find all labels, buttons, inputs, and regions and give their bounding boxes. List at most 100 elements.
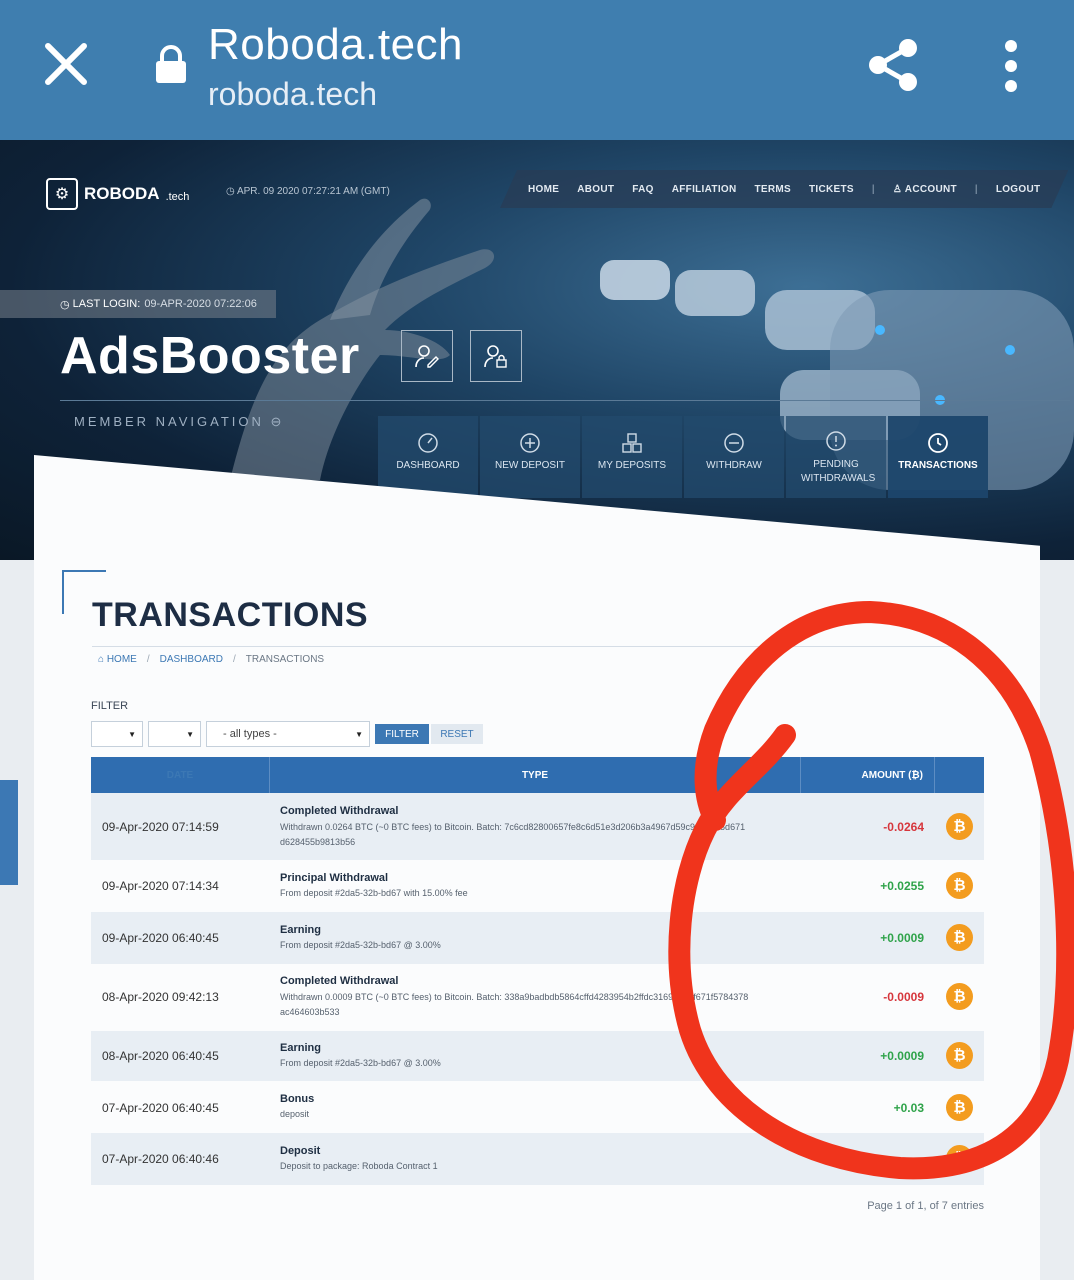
tile-new-deposit[interactable]: NEW DEPOSIT (480, 416, 580, 498)
security-settings-button[interactable] (470, 330, 522, 382)
row-type-title: Earning (280, 1042, 321, 1054)
nav-about[interactable]: ABOUT (577, 184, 614, 195)
browser-toolbar: Roboda.tech roboda.tech (0, 0, 1074, 140)
plus-circle-icon (520, 433, 540, 453)
type-select-value: - all types - (223, 728, 277, 740)
table-row: 09-Apr-2020 07:14:34 Principal Withdrawa… (91, 860, 984, 912)
member-navigation-label: MEMBER NAVIGATION (74, 414, 264, 429)
top-navigation: HOME ABOUT FAQ AFFILIATION TERMS TICKETS… (500, 170, 1069, 208)
history-icon (928, 433, 948, 453)
row-description: Withdrawn 0.0264 BTC (~0 BTC fees) to Bi… (280, 822, 746, 847)
tile-label: DASHBOARD (396, 460, 460, 471)
dropdown-arrow-icon: ▼ (128, 729, 136, 739)
page-title: TRANSACTIONS (92, 596, 369, 634)
row-amount: +0.03 (893, 1101, 924, 1115)
server-clock: ◷ APR. 09 2020 07:27:21 AM (GMT) (226, 186, 390, 197)
table-row: 07-Apr-2020 06:40:46 Deposit Deposit to … (91, 1133, 984, 1185)
bitcoin-icon: ₿ (946, 924, 973, 951)
row-date: 09-Apr-2020 06:40:45 (102, 931, 219, 945)
edit-profile-button[interactable] (401, 330, 453, 382)
dropdown-arrow-icon: ▼ (186, 729, 194, 739)
nav-logout[interactable]: LOGOUT (996, 184, 1041, 195)
table-row: 09-Apr-2020 07:14:59 Completed Withdrawa… (91, 793, 984, 860)
month-select[interactable]: ▼ (91, 721, 143, 747)
nav-tickets[interactable]: TICKETS (809, 184, 854, 195)
filter-label: FILTER (91, 700, 129, 712)
site-logo[interactable]: ⚙ ROBODA .tech (46, 178, 189, 210)
lock-icon (156, 45, 186, 83)
column-header-date[interactable]: DATE (91, 757, 269, 793)
table-row: 09-Apr-2020 06:40:45 Earning From deposi… (91, 912, 984, 964)
row-date: 08-Apr-2020 09:42:13 (102, 990, 219, 1004)
breadcrumb: ⌂ HOME / DASHBOARD / TRANSACTIONS (98, 654, 324, 665)
row-date: 08-Apr-2020 06:40:45 (102, 1049, 219, 1063)
row-type-title: Principal Withdrawal (280, 872, 389, 884)
chevron-circle-icon: ⊖ (270, 414, 285, 429)
bitcoin-icon: ₿ (946, 1042, 973, 1069)
browser-url[interactable]: roboda.tech (208, 76, 377, 113)
year-select[interactable]: ▼ (148, 721, 201, 747)
screenshot: Roboda.tech roboda.tech ⚙ ROBODA .tech ◷… (0, 0, 1074, 1280)
row-amount: +0.0009 (880, 931, 924, 945)
row-type-title: Deposit (280, 1145, 321, 1157)
row-type-title: Bonus (280, 1093, 315, 1105)
robot-hand-image (600, 260, 1074, 490)
bitcoin-icon: ₿ (946, 1094, 973, 1121)
row-description: deposit (280, 1109, 310, 1119)
breadcrumb-home-label: HOME (106, 654, 137, 665)
alert-circle-icon (826, 431, 846, 451)
nav-faq[interactable]: FAQ (632, 184, 653, 195)
browser-page-title: Roboda.tech (208, 20, 464, 69)
divider (60, 400, 1070, 401)
history-small-icon: ◷ (60, 298, 73, 311)
type-select[interactable]: - all types - ▼ (206, 721, 370, 747)
nav-affiliation[interactable]: AFFILIATION (672, 184, 737, 195)
gauge-icon (418, 433, 438, 453)
tile-transactions[interactable]: TRANSACTIONS (888, 416, 988, 498)
row-date: 09-Apr-2020 07:14:59 (102, 820, 219, 834)
column-header-amount[interactable]: AMOUNT (₿) (801, 757, 934, 793)
share-icon[interactable] (864, 36, 922, 94)
breadcrumb-home[interactable]: ⌂ HOME (98, 654, 137, 665)
close-icon[interactable] (40, 38, 92, 90)
row-date: 07-Apr-2020 06:40:46 (102, 1152, 219, 1166)
nav-terms[interactable]: TERMS (755, 184, 792, 195)
tile-withdraw[interactable]: WITHDRAW (684, 416, 784, 498)
nav-divider: | (974, 183, 978, 195)
row-type-title: Earning (280, 924, 321, 936)
reset-button[interactable]: RESET (431, 724, 483, 744)
divider (92, 646, 982, 647)
user-lock-icon (484, 345, 507, 368)
robot-logo-icon: ⚙ (46, 178, 78, 210)
dropdown-arrow-icon: ▼ (355, 729, 363, 739)
minus-circle-icon (724, 433, 744, 453)
member-navigation-toggle[interactable]: MEMBER NAVIGATION ⊖ (74, 414, 284, 430)
row-date: 09-Apr-2020 07:14:34 (102, 879, 219, 893)
breadcrumb-dashboard[interactable]: DASHBOARD (160, 654, 223, 665)
breadcrumb-separator: / (232, 654, 236, 665)
row-description: From deposit #2da5-32b-bd67 @ 3.00% (280, 940, 441, 950)
table-header: DATE TYPE AMOUNT (₿) (91, 757, 984, 793)
tile-label: MY DEPOSITS (597, 460, 667, 471)
row-amount: -0.0009 (883, 990, 924, 1004)
last-login-bar: ◷ LAST LOGIN: 09-APR-2020 07:22:06 (0, 290, 276, 318)
nav-home[interactable]: HOME (528, 184, 559, 195)
breadcrumb-current: TRANSACTIONS (245, 654, 325, 665)
clock-text: APR. 09 2020 07:27:21 AM (GMT) (236, 186, 390, 197)
row-type-title: Completed Withdrawal (280, 975, 399, 987)
tile-dashboard[interactable]: DASHBOARD (378, 416, 478, 498)
nav-account[interactable]: ♙ ACCOUNT (893, 184, 957, 195)
decorative-panel (0, 780, 18, 885)
column-divider (934, 757, 935, 793)
more-options-icon[interactable] (996, 38, 1026, 94)
table-row: 07-Apr-2020 06:40:45 Bonus deposit +0.03… (91, 1081, 984, 1133)
tile-label: NEW DEPOSIT (494, 460, 565, 471)
tile-pending-withdrawals[interactable]: PENDING WITHDRAWALS (786, 416, 886, 498)
filter-button[interactable]: FILTER (375, 724, 429, 744)
user-edit-icon (415, 345, 439, 368)
tile-label: TRANSACTIONS (898, 460, 978, 471)
tile-my-deposits[interactable]: MY DEPOSITS (582, 416, 682, 498)
pagination-info: Page 1 of 1, of 7 entries (867, 1200, 984, 1212)
row-amount: +0.0009 (880, 1049, 924, 1063)
column-header-type[interactable]: TYPE (270, 757, 800, 793)
